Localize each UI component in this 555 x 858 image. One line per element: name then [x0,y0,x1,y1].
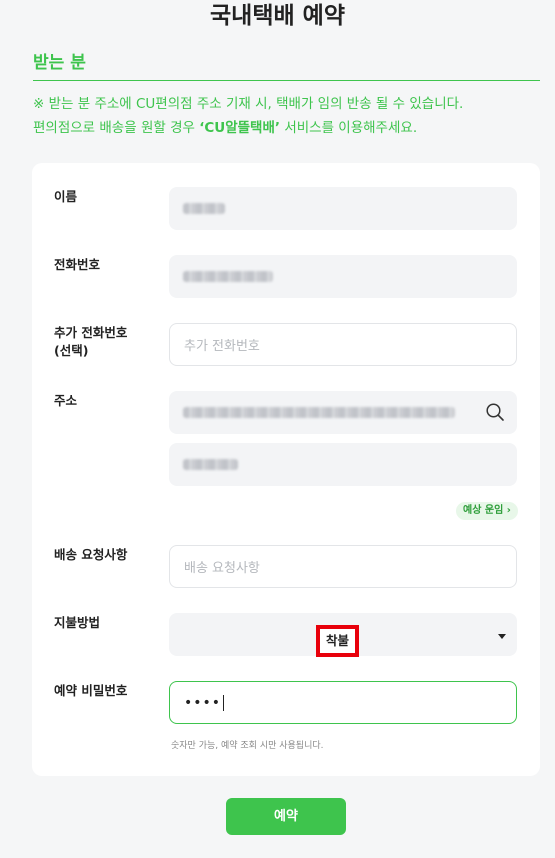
request-field[interactable]: 배송 요청사항 [169,545,517,588]
section-title: 받는 분 [33,53,86,73]
notice-line-1: ※ 받는 분 주소에 CU편의점 주소 기재 시, 택배가 임의 반송 될 수 … [33,96,464,112]
phone-label: 전화번호 [54,257,101,272]
notice-service-name: ‘CU알뜰택배’ [199,120,281,136]
extra-phone-label-line1: 추가 전화번호 [54,325,128,340]
name-field[interactable] [169,187,517,230]
name-value-redacted [183,203,225,214]
notice-line-2-pre: 편의점으로 배송을 원할 경우 [33,120,200,136]
extra-phone-field[interactable]: 추가 전화번호 [169,323,517,366]
recipient-form-card: 이름 전화번호 추가 전화번호 (선택) 추가 전화번호 주소 예상 운임 › … [32,163,540,776]
address-field[interactable] [169,391,517,434]
phone-value-redacted [183,271,273,282]
password-hint: 숫자만 가능, 예약 조회 시만 사용됩니다. [171,741,324,751]
reserve-button[interactable]: 예약 [226,798,346,835]
text-caret [223,694,225,711]
payment-label: 지불방법 [54,615,101,630]
extra-phone-placeholder: 추가 전화번호 [184,339,260,354]
payment-selected-value: 착불 [316,625,360,657]
address-detail-redacted [183,459,238,470]
password-field[interactable]: •••• [169,681,517,724]
request-placeholder: 배송 요청사항 [184,561,260,576]
name-label: 이름 [54,189,78,204]
password-label: 예약 비밀번호 [54,683,128,698]
phone-field[interactable] [169,255,517,298]
notice-line-2: 편의점으로 배송을 원할 경우 ‘CU알뜰택배’ 서비스를 이용해주세요. [33,116,548,140]
search-icon[interactable] [485,402,505,422]
address-detail-field[interactable] [169,443,517,486]
address-label: 주소 [54,393,78,408]
notice-line-2-post: 서비스를 이용해주세요. [280,120,418,136]
extra-phone-label: 추가 전화번호 (선택) [54,324,127,360]
address-value-redacted [183,407,455,418]
caret-down-icon[interactable] [498,634,506,639]
page-title: 국내택배 예약 [210,3,345,29]
extra-phone-label-line2: (선택) [54,343,89,358]
notice: ※ 받는 분 주소에 CU편의점 주소 기재 시, 택배가 임의 반송 될 수 … [33,92,548,140]
section-divider [33,80,540,81]
password-value: •••• [184,694,222,711]
request-label: 배송 요청사항 [54,547,128,562]
estimated-fee-link[interactable]: 예상 운임 › [456,502,518,520]
